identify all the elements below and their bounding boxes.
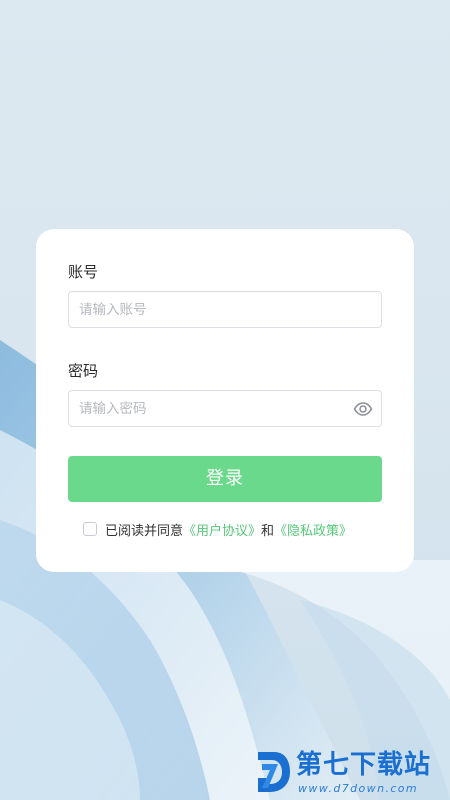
password-input[interactable]	[69, 391, 381, 426]
account-input[interactable]	[69, 292, 381, 327]
user-agreement-link[interactable]: 《用户协议》	[183, 520, 261, 539]
watermark-url: www.d7down.com	[298, 782, 419, 795]
password-label: 密码	[68, 362, 99, 380]
d7-logo-icon	[258, 752, 290, 792]
watermark: 第七下载站 www.d7down.com	[252, 748, 448, 798]
agreement-row: 已阅读并同意 《用户协议》 和 《隐私政策》	[83, 519, 352, 539]
agree-checkbox[interactable]	[83, 522, 97, 536]
watermark-title: 第七下载站	[296, 750, 432, 780]
agree-prefix: 已阅读并同意	[105, 523, 184, 539]
eye-icon[interactable]	[353, 400, 373, 418]
password-field[interactable]	[68, 390, 382, 427]
login-button[interactable]: 登录	[68, 456, 382, 502]
agree-and: 和	[261, 523, 275, 539]
privacy-policy-link[interactable]: 《隐私政策》	[274, 520, 352, 539]
account-label: 账号	[68, 263, 99, 281]
login-card: 账号 密码 登录 已阅读并同意 《用户协议》 和 《隐私政策》	[36, 229, 414, 572]
account-field[interactable]	[68, 291, 382, 328]
